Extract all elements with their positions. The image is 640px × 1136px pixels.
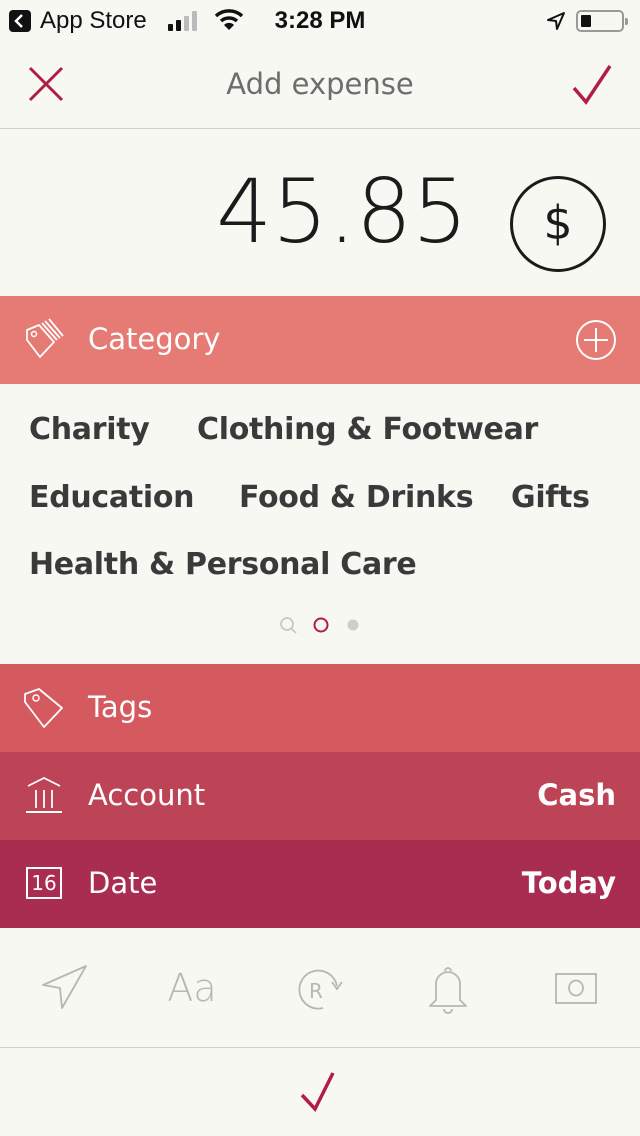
recurring-button[interactable]: R bbox=[292, 958, 352, 1018]
category-item-charity[interactable]: Charity bbox=[29, 412, 150, 447]
clock: 3:28 PM bbox=[274, 7, 366, 34]
account-row[interactable]: Account Cash bbox=[0, 752, 640, 840]
page-indicator bbox=[0, 616, 640, 634]
location-icon bbox=[42, 965, 87, 1009]
attachment-toolbar: Aa R bbox=[0, 928, 640, 1048]
reminder-button[interactable] bbox=[418, 958, 478, 1018]
tags-label: Tags bbox=[88, 690, 153, 724]
add-category-button[interactable] bbox=[574, 318, 618, 362]
svg-text:R: R bbox=[309, 979, 323, 1003]
amount-value[interactable]: 45.85 bbox=[216, 160, 468, 263]
currency-button[interactable]: $ bbox=[510, 176, 606, 272]
page-title: Add expense bbox=[226, 67, 414, 101]
status-bar: App Store 3:28 PM bbox=[0, 0, 640, 40]
category-item-education[interactable]: Education bbox=[29, 480, 195, 515]
category-header: Category bbox=[0, 296, 640, 384]
recurring-icon: R bbox=[298, 969, 343, 1010]
checkmark-icon bbox=[300, 1072, 335, 1113]
bottom-save-button[interactable] bbox=[0, 1049, 640, 1136]
note-text-icon: Aa bbox=[167, 966, 217, 1010]
location-arrow-icon bbox=[546, 11, 566, 35]
checkmark-icon bbox=[572, 65, 612, 105]
date-value: Today bbox=[521, 866, 616, 900]
bank-icon bbox=[22, 774, 66, 818]
nav-bar: Add expense bbox=[0, 40, 640, 129]
currency-symbol: $ bbox=[543, 196, 573, 250]
category-label: Category bbox=[88, 322, 221, 356]
search-page-icon[interactable] bbox=[279, 616, 299, 636]
calendar-icon: 16 bbox=[26, 867, 62, 899]
location-button[interactable] bbox=[38, 958, 98, 1018]
reminder-bell-icon bbox=[429, 967, 467, 1014]
account-value: Cash bbox=[537, 778, 616, 812]
categories-tags-icon bbox=[22, 318, 66, 362]
photo-icon bbox=[555, 973, 597, 1004]
category-item-food-drinks[interactable]: Food & Drinks bbox=[239, 480, 474, 515]
category-item-clothing-footwear[interactable]: Clothing & Footwear bbox=[197, 412, 538, 447]
tag-icon bbox=[22, 686, 66, 730]
date-row[interactable]: 16 Date Today bbox=[0, 840, 640, 928]
amount-section: 45.85 $ bbox=[0, 130, 640, 296]
photo-button[interactable] bbox=[546, 958, 606, 1018]
category-item-health-personal-care[interactable]: Health & Personal Care bbox=[29, 547, 417, 582]
battery-icon bbox=[576, 10, 628, 32]
page-dot-active[interactable] bbox=[312, 616, 330, 634]
date-label: Date bbox=[88, 866, 158, 900]
tags-row[interactable]: Tags bbox=[0, 664, 640, 752]
page-dot[interactable] bbox=[346, 616, 360, 634]
plus-circle-icon bbox=[576, 320, 616, 360]
note-button[interactable]: Aa bbox=[162, 958, 222, 1018]
save-button[interactable] bbox=[570, 62, 616, 108]
calendar-day: 16 bbox=[31, 871, 57, 895]
account-label: Account bbox=[88, 778, 206, 812]
category-item-gifts[interactable]: Gifts bbox=[511, 480, 590, 515]
